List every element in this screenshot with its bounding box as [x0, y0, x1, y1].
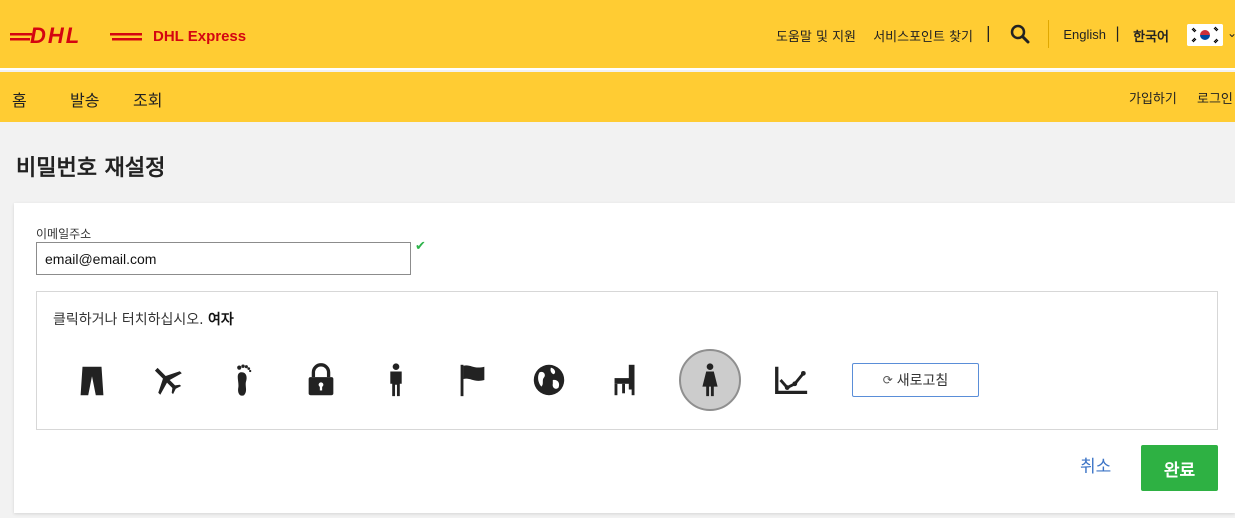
divider — [1048, 20, 1049, 48]
nav-home[interactable]: 홈 — [12, 87, 27, 111]
captcha-instruction-text: 클릭하거나 터치하십시오. — [53, 312, 204, 328]
airplane-icon[interactable] — [137, 350, 197, 410]
flag-icon[interactable] — [442, 350, 502, 410]
signup-link[interactable]: 가입하기 — [1129, 88, 1177, 107]
email-label: 이메일주소 — [36, 227, 92, 241]
done-button[interactable]: 완료 — [1141, 445, 1218, 491]
valid-check-icon: ✔ — [415, 239, 426, 254]
nav-ship[interactable]: 발송 — [70, 87, 99, 111]
service-point-link[interactable]: 서비스포인트 찾기 — [873, 26, 973, 45]
reset-password-form: 이메일주소 ✔ 클릭하거나 터치하십시오. 여자 — [14, 203, 1235, 513]
refresh-icon: ⟳ — [882, 373, 893, 387]
pants-icon[interactable] — [62, 350, 122, 410]
man-icon[interactable] — [366, 350, 426, 410]
page-title: 비밀번호 재설정 — [16, 156, 166, 181]
captcha-box: 클릭하거나 터치하십시오. 여자 ⟳ 새로고침 — [36, 291, 1218, 430]
top-header: DHL DHL Express 도움말 및 지원 서비스포인트 찾기 | Eng… — [0, 0, 1235, 70]
search-icon[interactable] — [1010, 24, 1030, 44]
korea-flag-icon[interactable] — [1187, 24, 1223, 46]
login-link[interactable]: 로그인 — [1197, 88, 1233, 107]
main-nav: 홈 발송 조회 가입하기 로그인 — [0, 72, 1235, 122]
help-link[interactable]: 도움말 및 지원 — [776, 26, 856, 45]
separator: | — [1114, 24, 1120, 42]
language-korean[interactable]: 한국어 — [1133, 26, 1169, 45]
footprint-icon[interactable] — [214, 350, 274, 410]
language-english[interactable]: English — [1063, 27, 1106, 42]
globe-icon[interactable] — [519, 350, 579, 410]
email-field[interactable] — [36, 242, 411, 275]
utility-nav: 도움말 및 지원 서비스포인트 찾기 | English | 한국어 ⌄ — [0, 0, 1235, 70]
captcha-target: 여자 — [208, 312, 234, 328]
cancel-button[interactable]: 취소 — [1080, 452, 1111, 477]
refresh-label: 새로고침 — [896, 373, 949, 389]
refresh-button[interactable]: ⟳ 새로고침 — [852, 363, 979, 397]
nav-track[interactable]: 조회 — [133, 87, 162, 111]
chevron-down-icon[interactable]: ⌄ — [1227, 26, 1235, 40]
chair-icon[interactable] — [595, 350, 655, 410]
woman-icon[interactable] — [679, 349, 741, 411]
lock-icon[interactable] — [291, 350, 351, 410]
captcha-instruction: 클릭하거나 터치하십시오. 여자 — [53, 309, 234, 329]
separator: | — [985, 23, 991, 42]
chart-icon[interactable] — [761, 350, 821, 410]
